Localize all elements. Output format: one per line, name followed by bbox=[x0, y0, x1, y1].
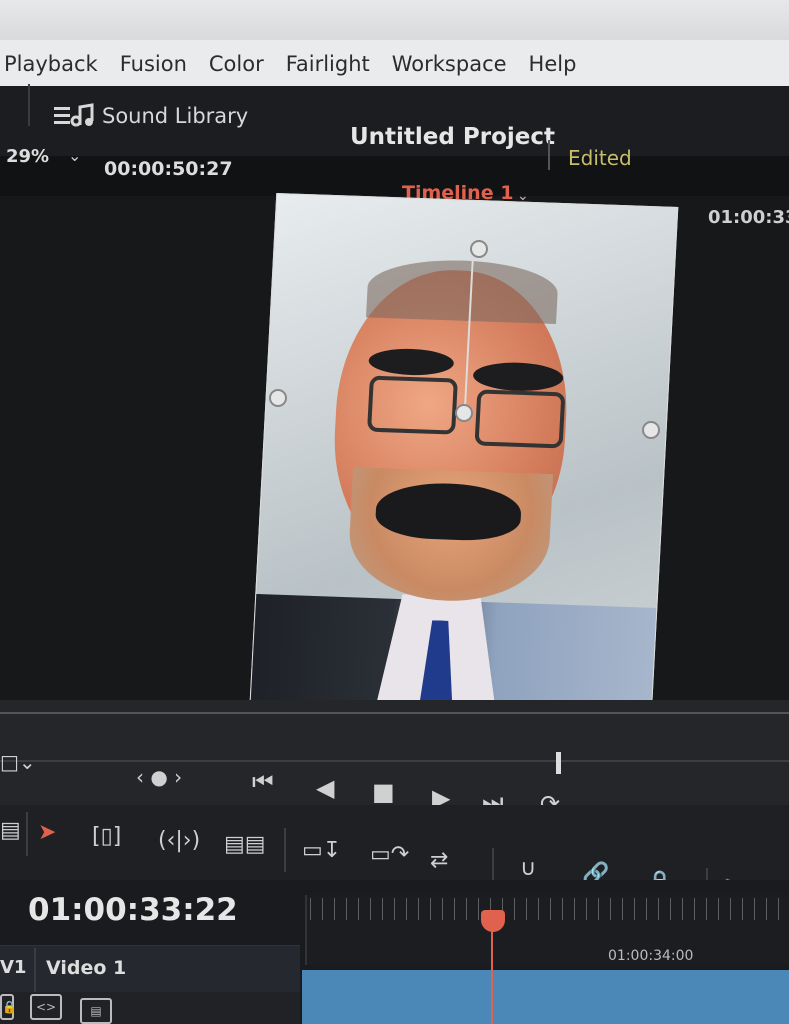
menu-item-help[interactable]: Help bbox=[529, 52, 577, 76]
viewer-options-icon[interactable]: □⌄ bbox=[0, 750, 36, 774]
ruler-ticks bbox=[310, 898, 789, 920]
viewer-scrubber[interactable] bbox=[0, 760, 789, 762]
menu-item-color[interactable]: Color bbox=[209, 52, 264, 76]
title-divider bbox=[548, 140, 550, 170]
mode-icon[interactable]: ▤ bbox=[0, 818, 21, 843]
sound-library-button[interactable]: Sound Library bbox=[54, 103, 248, 129]
zoom-chevron-down-icon[interactable]: ⌄ bbox=[68, 146, 81, 165]
source-timecode: 00:00:50:27 bbox=[104, 158, 233, 180]
menu-item-fairlight[interactable]: Fairlight bbox=[286, 52, 370, 76]
tools-divider-1 bbox=[26, 812, 28, 856]
blade-edit-icon[interactable]: ▤▤ bbox=[224, 832, 266, 857]
play-reverse-icon[interactable]: ◀ bbox=[316, 774, 334, 802]
stop-icon[interactable]: ■ bbox=[372, 778, 395, 806]
toolbar-divider bbox=[28, 84, 30, 126]
frame-left-lens bbox=[367, 375, 458, 435]
tools-divider-2 bbox=[284, 828, 286, 872]
video-frame[interactable] bbox=[247, 192, 679, 755]
overwrite-clip-icon[interactable]: ▭↷ bbox=[370, 842, 409, 867]
menu-item-workspace[interactable]: Workspace bbox=[392, 52, 507, 76]
transform-handle-right[interactable] bbox=[642, 421, 660, 439]
viewer-timecode: 01:00:33 bbox=[708, 207, 789, 228]
go-to-start-icon[interactable]: ⏮ bbox=[252, 768, 274, 796]
viewer-zoom[interactable]: 29% bbox=[6, 146, 49, 167]
main-menu: Playback Fusion Color Fairlight Workspac… bbox=[0, 52, 598, 76]
menu-item-playback[interactable]: Playback bbox=[4, 52, 98, 76]
menu-item-fusion[interactable]: Fusion bbox=[120, 52, 187, 76]
transform-handle-left[interactable] bbox=[269, 389, 287, 407]
track-header-divider bbox=[34, 948, 36, 992]
auto-select-icon[interactable]: <> bbox=[30, 994, 62, 1020]
monitor-bezel bbox=[0, 0, 789, 40]
trim-edit-icon[interactable]: [▯] bbox=[92, 824, 121, 849]
jog-control-icon[interactable]: ‹ ● › bbox=[136, 765, 182, 789]
ruler-timecode: 01:00:34:00 bbox=[608, 948, 694, 964]
insert-clip-icon[interactable]: ▭↧ bbox=[302, 838, 341, 863]
playhead-line[interactable] bbox=[491, 925, 493, 1024]
project-status: Edited bbox=[568, 146, 632, 170]
scrubber-handle[interactable] bbox=[556, 752, 561, 774]
transform-handle-top[interactable] bbox=[470, 240, 488, 258]
frame-right-lens bbox=[474, 389, 566, 449]
track-name[interactable]: Video 1 bbox=[46, 957, 126, 979]
lock-track-icon[interactable]: 🔒 bbox=[0, 994, 17, 1020]
sound-library-label: Sound Library bbox=[102, 104, 249, 128]
timeline-current-timecode: 01:00:33:22 bbox=[28, 892, 238, 928]
sound-library-icon bbox=[54, 103, 94, 127]
dynamic-trim-icon[interactable]: (‹|›) bbox=[158, 828, 200, 853]
selection-arrow-icon[interactable]: ➤ bbox=[38, 820, 56, 845]
transform-handle-center[interactable] bbox=[455, 404, 473, 422]
snapping-magnet-icon[interactable]: ∪ bbox=[520, 856, 536, 881]
track-visibility-icon[interactable]: ▤ bbox=[80, 998, 112, 1024]
replace-clip-icon[interactable]: ⇄ bbox=[430, 848, 448, 873]
timeline-clip[interactable] bbox=[302, 970, 789, 1024]
track-header-v1[interactable] bbox=[0, 945, 300, 998]
project-title: Untitled Project bbox=[350, 124, 555, 150]
track-id: V1 bbox=[0, 957, 27, 978]
viewer-scrubber-top bbox=[0, 712, 789, 714]
